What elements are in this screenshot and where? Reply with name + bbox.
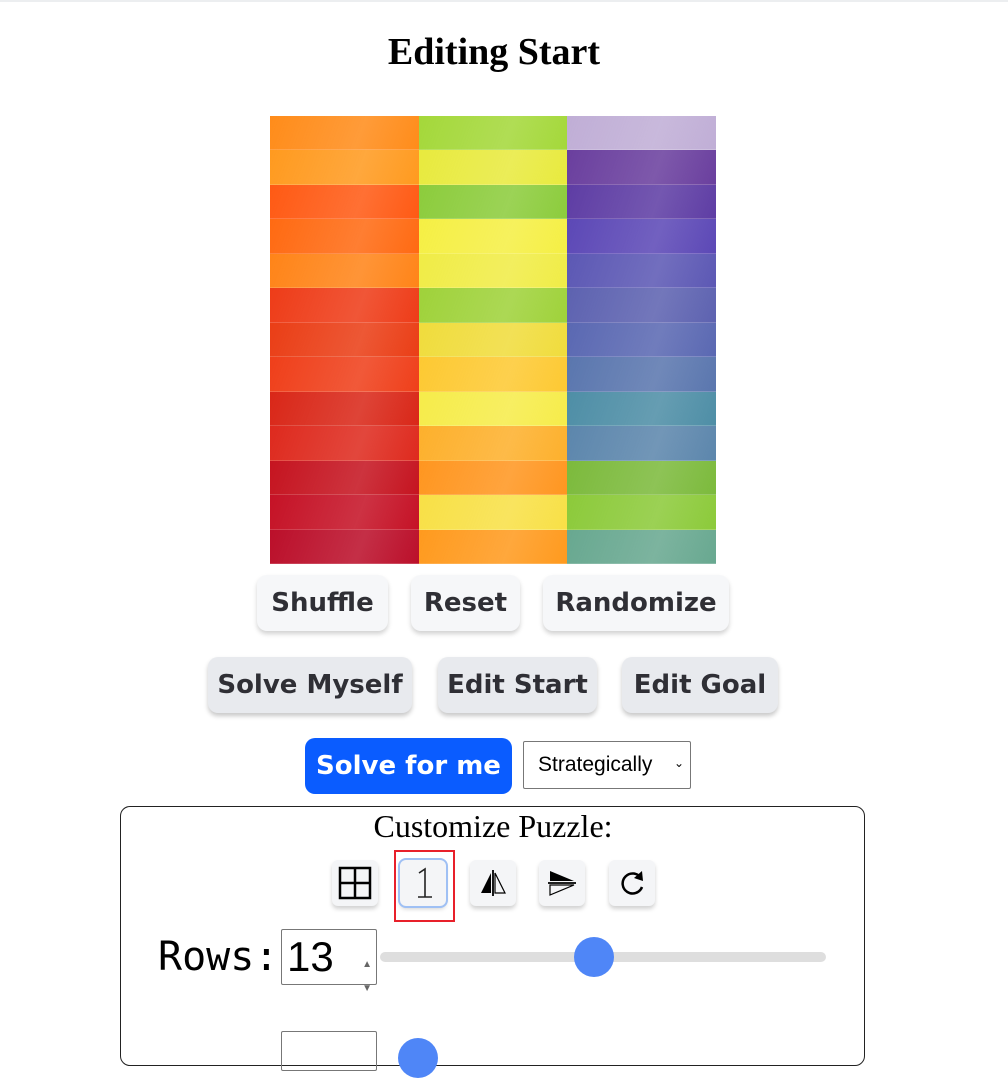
puzzle-tile[interactable] (419, 460, 567, 496)
puzzle-tile[interactable] (270, 322, 419, 358)
strategy-select[interactable]: Strategically ⌄ (523, 741, 691, 789)
puzzle-tile[interactable] (567, 253, 716, 289)
cols-slider-thumb[interactable] (398, 1038, 438, 1078)
puzzle-tile[interactable] (419, 322, 567, 358)
puzzle-tile[interactable] (567, 391, 716, 427)
puzzle-tile[interactable] (270, 288, 419, 323)
puzzle-tile[interactable] (419, 253, 567, 289)
chevron-down-icon: ⌄ (673, 756, 684, 770)
puzzle-tile[interactable] (270, 495, 419, 530)
puzzle-tile[interactable] (270, 219, 419, 254)
flip-horizontal-button[interactable] (470, 860, 516, 906)
randomize-button[interactable]: Randomize (543, 575, 729, 631)
puzzle-tile[interactable] (419, 184, 567, 220)
puzzle-tile[interactable] (567, 219, 716, 254)
puzzle-tile[interactable] (419, 219, 567, 254)
decrement-icon[interactable]: ▼ (362, 962, 372, 1016)
puzzle-board[interactable] (270, 116, 716, 564)
rows-slider-thumb[interactable] (574, 937, 614, 977)
page-title: Editing Start (387, 31, 601, 73)
puzzle-tile[interactable] (567, 322, 716, 358)
customize-title: Customize Puzzle: (373, 808, 613, 844)
puzzle-tile[interactable] (567, 150, 716, 185)
puzzle-tile[interactable] (567, 495, 716, 530)
edit-start-button[interactable]: Edit Start (438, 657, 597, 713)
puzzle-tile[interactable] (419, 116, 567, 151)
puzzle-tile[interactable] (270, 116, 419, 151)
flip-vertical-icon (548, 871, 576, 896)
grid-icon (338, 866, 372, 900)
puzzle-tile[interactable] (270, 426, 419, 461)
puzzle-tile[interactable] (567, 529, 716, 564)
puzzle-tile[interactable] (419, 529, 567, 564)
rows-label: Rows: (158, 934, 279, 980)
puzzle-tile[interactable] (419, 495, 567, 530)
puzzle-tile[interactable] (270, 460, 419, 496)
flip-horizontal-icon (481, 870, 506, 896)
solve-myself-button[interactable]: Solve Myself (208, 657, 412, 713)
top-divider (0, 0, 1008, 2)
puzzle-tile[interactable] (270, 184, 419, 220)
puzzle-tile[interactable] (567, 184, 716, 220)
puzzle-tile[interactable] (567, 288, 716, 323)
puzzle-tile[interactable] (270, 357, 419, 392)
puzzle-tile[interactable] (419, 288, 567, 323)
flip-vertical-button[interactable] (539, 860, 585, 906)
puzzle-tile[interactable] (567, 116, 716, 151)
rotate-icon (621, 871, 644, 895)
puzzle-tile[interactable] (567, 426, 716, 461)
puzzle-tile[interactable] (270, 150, 419, 185)
puzzle-tile[interactable] (419, 150, 567, 185)
puzzle-tile[interactable] (567, 460, 716, 496)
puzzle-tile[interactable] (419, 426, 567, 461)
selection-highlight (394, 850, 455, 922)
grid-tool-button[interactable] (332, 860, 378, 906)
puzzle-tile[interactable] (419, 357, 567, 392)
rotate-button[interactable] (609, 860, 655, 906)
shuffle-button[interactable]: Shuffle (257, 575, 388, 631)
edit-goal-button[interactable]: Edit Goal (622, 657, 778, 713)
puzzle-tile[interactable] (419, 391, 567, 427)
puzzle-tile[interactable] (567, 357, 716, 392)
strategy-select-value: Strategically (538, 753, 653, 776)
solve-for-me-button[interactable]: Solve for me (305, 738, 512, 794)
puzzle-tile[interactable] (270, 529, 419, 564)
puzzle-tile[interactable] (270, 253, 419, 289)
cols-input[interactable] (281, 1031, 377, 1071)
rows-input-value: 13 (287, 933, 334, 980)
puzzle-tile[interactable] (270, 391, 419, 427)
rows-input[interactable]: 13 ▲ ▼ (281, 929, 377, 994)
reset-button[interactable]: Reset (411, 575, 520, 631)
